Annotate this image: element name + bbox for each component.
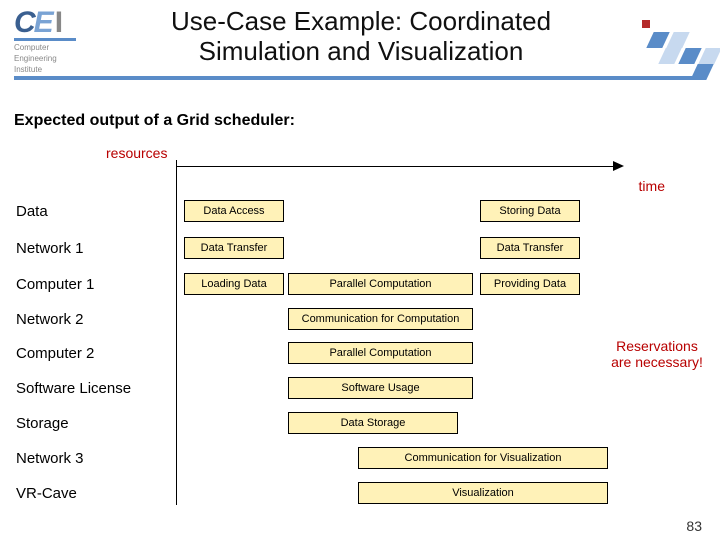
logo-letter-c: C (14, 8, 36, 38)
row-label-vr: VR-Cave (16, 485, 77, 502)
logo-sub-3: Institute (14, 65, 94, 74)
callout-reservations: Reservations are necessary! (606, 338, 708, 370)
subtitle: Expected output of a Grid scheduler: (14, 112, 295, 130)
box-comm-vis: Communication for Visualization (358, 447, 608, 469)
box-parallel-comp-1: Parallel Computation (288, 273, 473, 295)
logo-sub-2: Engineering (14, 54, 94, 63)
box-loading-data: Loading Data (184, 273, 284, 295)
box-parallel-comp-2: Parallel Computation (288, 342, 473, 364)
box-data-transfer-b: Data Transfer (480, 237, 580, 259)
box-providing-data: Providing Data (480, 273, 580, 295)
row-label-comp2: Computer 2 (16, 345, 94, 362)
arrow-right-icon (613, 161, 624, 171)
slide-title: Use-Case Example: Coordinated Simulation… (116, 6, 606, 66)
page-number: 83 (686, 518, 702, 534)
box-visualization: Visualization (358, 482, 608, 504)
row-label-sw: Software License (16, 380, 131, 397)
logo-letter-i: I (55, 8, 63, 38)
logo-letter-e: E (34, 8, 54, 38)
box-data-access: Data Access (184, 200, 284, 222)
row-label-comp1: Computer 1 (16, 276, 94, 293)
row-label-storage: Storage (16, 415, 69, 432)
slide-header: C E I Computer Engineering Institute Use… (0, 0, 720, 92)
cei-logo: C E I Computer Engineering Institute (14, 8, 94, 74)
header-decoration (626, 20, 712, 76)
box-data-transfer-a: Data Transfer (184, 237, 284, 259)
logo-sub-1: Computer (14, 43, 94, 52)
axis-label-resources: resources (106, 145, 167, 161)
row-label-net1: Network 1 (16, 240, 84, 257)
axis-y (176, 160, 177, 505)
row-label-data: Data (16, 203, 48, 220)
box-data-storage: Data Storage (288, 412, 458, 434)
axis-label-time: time (639, 178, 665, 194)
box-comm-comp: Communication for Computation (288, 308, 473, 330)
box-sw-usage: Software Usage (288, 377, 473, 399)
title-underline (14, 76, 704, 80)
axis-x (176, 166, 617, 167)
row-label-net2: Network 2 (16, 311, 84, 328)
row-label-net3: Network 3 (16, 450, 84, 467)
box-storing-data: Storing Data (480, 200, 580, 222)
